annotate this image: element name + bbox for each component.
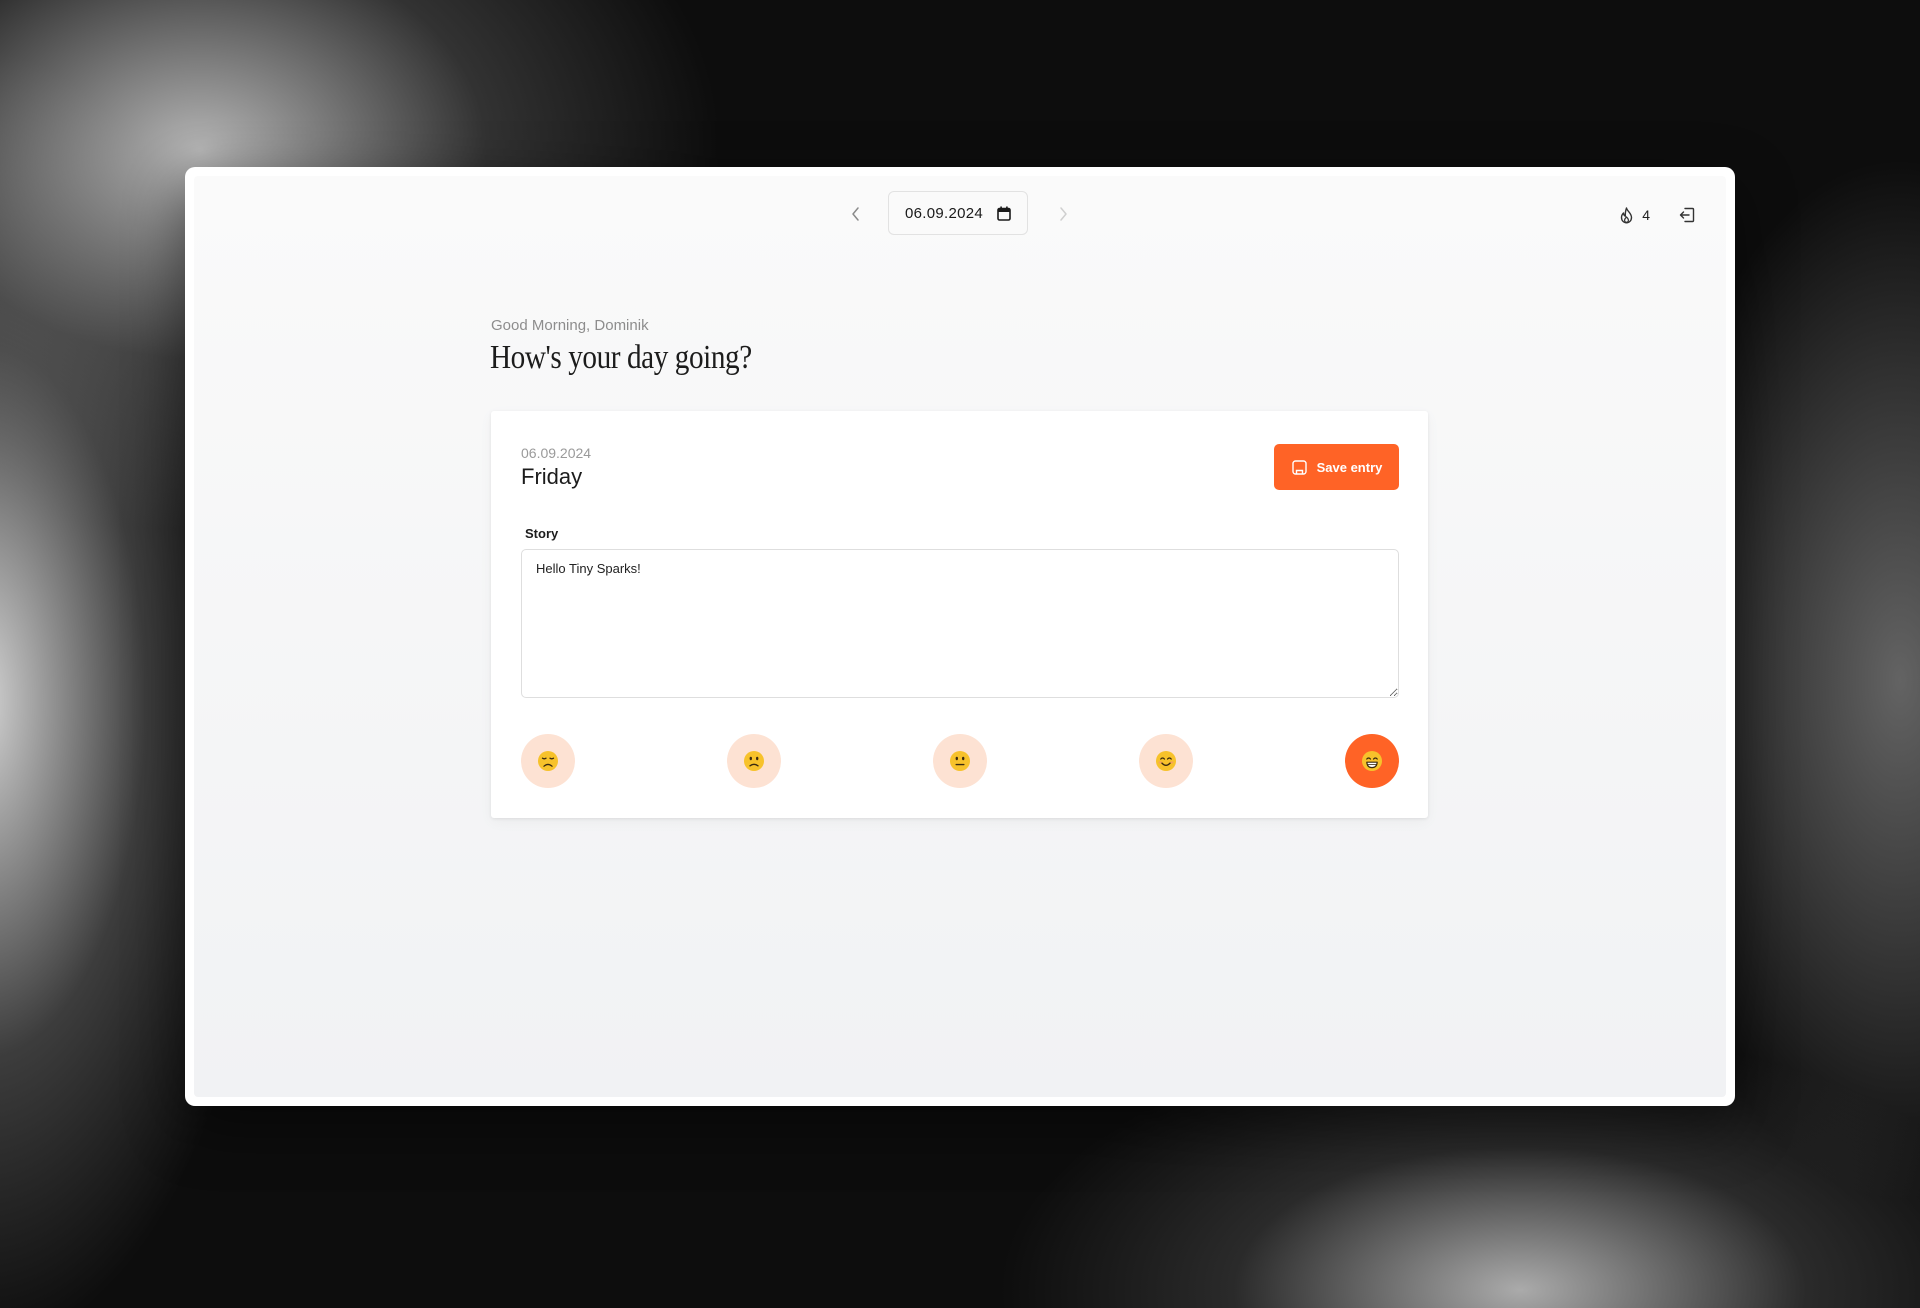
logout-button[interactable]	[1678, 206, 1696, 224]
chevron-left-icon	[852, 207, 859, 221]
sad-face-icon	[538, 751, 558, 771]
mood-happy-button[interactable]	[1139, 734, 1193, 788]
mood-selector	[521, 734, 1399, 788]
entry-weekday: Friday	[521, 464, 583, 489]
save-entry-label: Save entry	[1316, 459, 1383, 475]
neutral-face-icon	[950, 751, 970, 771]
story-label: Story	[525, 526, 559, 541]
header-actions: 4	[1619, 206, 1696, 224]
app-surface: 06.09.2024 4 Good Morning, Dominik How's…	[194, 176, 1726, 1097]
logout-icon	[1679, 207, 1695, 223]
entry-date: 06.09.2024	[521, 445, 592, 461]
chevron-right-icon	[1060, 207, 1067, 221]
date-picker-input[interactable]: 06.09.2024	[888, 191, 1028, 235]
previous-day-button[interactable]	[843, 201, 869, 227]
greeting-subtitle: Good Morning, Dominik	[491, 317, 649, 334]
save-entry-button[interactable]: Save entry	[1274, 444, 1399, 490]
grin-face-icon	[1362, 751, 1382, 771]
calendar-icon[interactable]	[997, 206, 1011, 221]
mood-sad-button[interactable]	[727, 734, 781, 788]
next-day-button[interactable]	[1050, 201, 1076, 227]
date-navigation: 06.09.2024	[194, 191, 1726, 237]
story-textarea[interactable]: Hello Tiny Sparks!	[521, 549, 1399, 698]
app-window: 06.09.2024 4 Good Morning, Dominik How's…	[185, 167, 1735, 1106]
date-picker-value: 06.09.2024	[905, 204, 984, 222]
save-entry-icon	[1291, 459, 1307, 475]
mood-neutral-button[interactable]	[933, 734, 987, 788]
streak-counter: 4	[1619, 206, 1650, 224]
mood-very-happy-button[interactable]	[1345, 734, 1399, 788]
streak-count: 4	[1642, 207, 1650, 223]
journal-entry-card: 06.09.2024 Friday Save entry Story Hello…	[491, 411, 1428, 818]
flame-icon	[1621, 206, 1633, 223]
smile-face-icon	[1156, 751, 1176, 771]
page-title: How's your day going?	[490, 339, 752, 376]
frown-face-icon	[744, 751, 764, 771]
mood-very-sad-button[interactable]	[521, 734, 575, 788]
